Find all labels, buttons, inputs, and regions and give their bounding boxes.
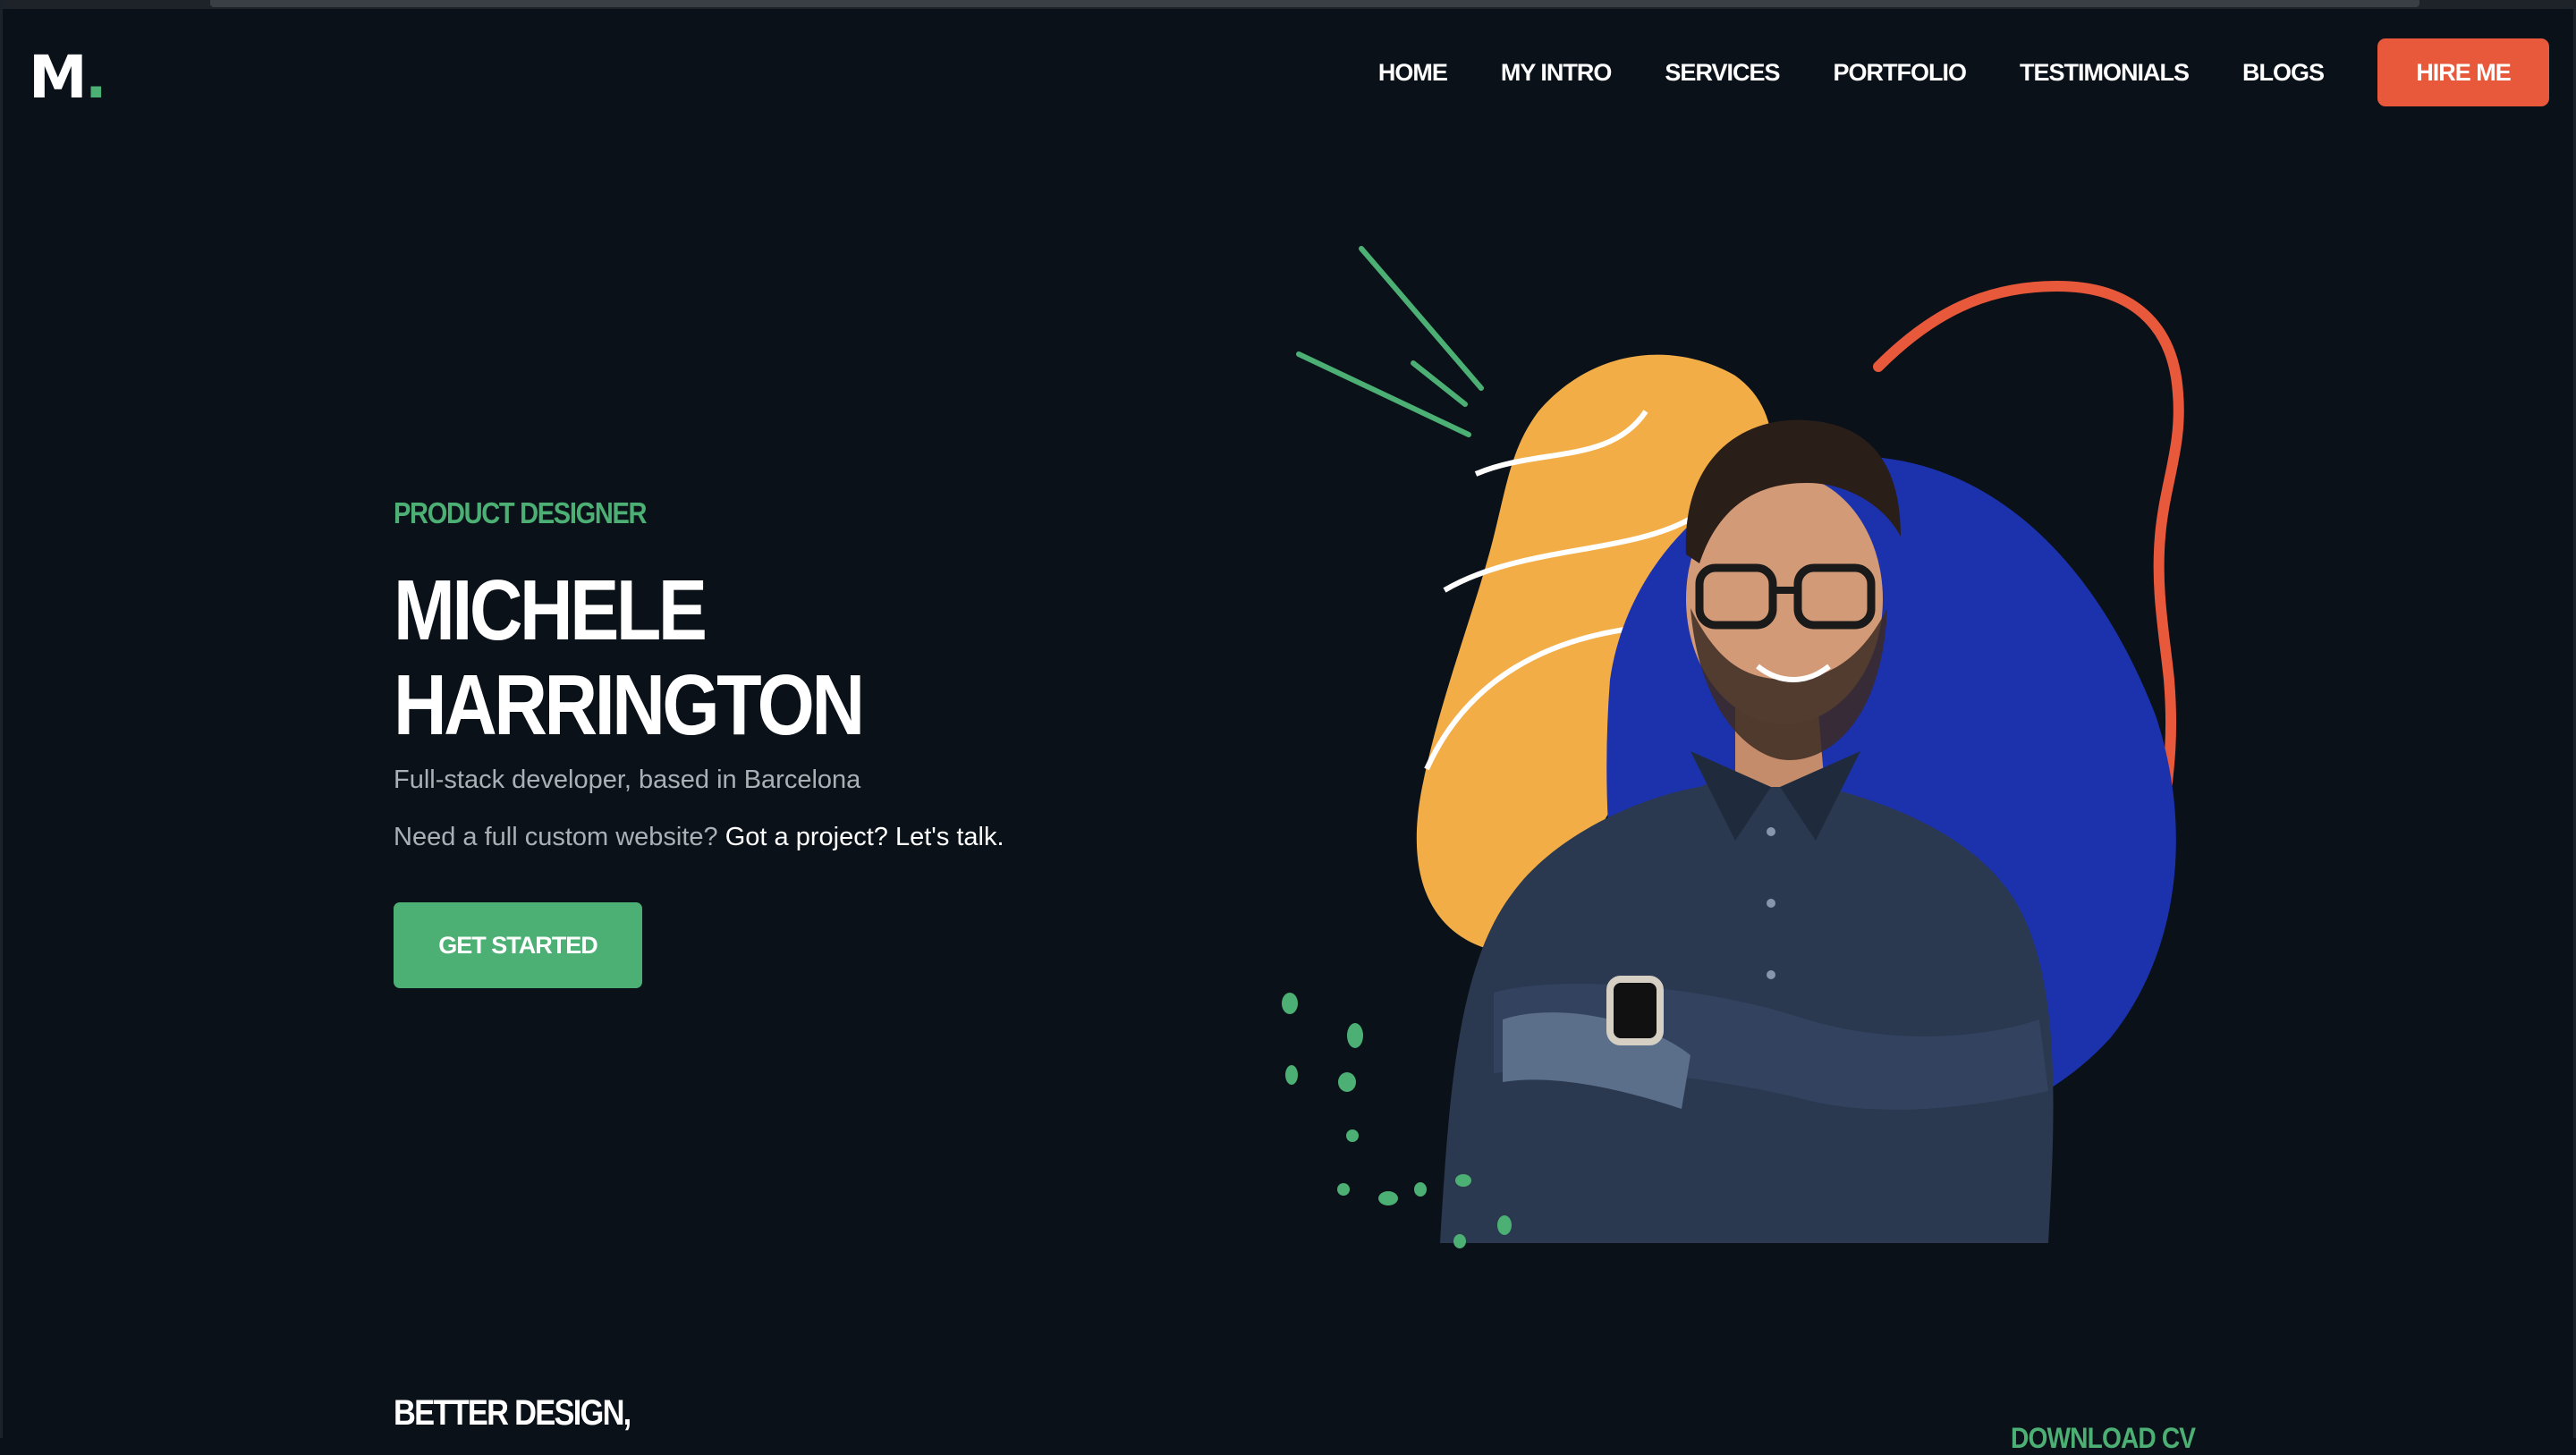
nav-my-intro[interactable]: MY INTRO [1501,59,1613,87]
site-logo[interactable]: M. [29,47,107,109]
get-started-button[interactable]: GET STARTED [394,902,642,988]
next-section-heading: BETTER DESIGN, [394,1393,631,1433]
hero-name-last: HARRINGTON [394,657,865,753]
logo-letter: M [29,43,88,112]
nav-portfolio[interactable]: PORTFOLIO [1833,59,1966,87]
browser-top-bar [0,0,2576,9]
nav-testimonials[interactable]: TESTIMONIALS [2020,59,2190,87]
hero-illustration [1282,246,2184,1248]
logo-dot: . [84,43,107,112]
hero-name: MICHELE HARRINGTON [394,563,865,753]
hire-me-button[interactable]: HIRE ME [2377,38,2549,106]
browser-top-strip [210,0,2419,7]
nav-blogs[interactable]: BLOGS [2242,59,2325,87]
hero-cta-line: Need a full custom website? Got a projec… [394,823,1004,852]
cta-link[interactable]: Got a project? Let's talk. [725,823,1004,851]
green-stroke-3 [1411,360,1468,407]
cta-prefix: Need a full custom website? [394,823,718,851]
nav-services[interactable]: SERVICES [1665,59,1780,87]
window-frame-left [0,0,3,1438]
green-stroke-2 [1296,351,1471,437]
main-nav: HOME MY INTRO SERVICES PORTFOLIO TESTIMO… [1378,38,2549,107]
download-cv-link[interactable]: DOWNLOAD CV [2011,1422,2196,1455]
hero-role: PRODUCT DESIGNER [394,496,648,529]
hero-name-first: MICHELE [394,563,708,658]
hero-tagline: Full-stack developer, based in Barcelona [394,766,861,794]
nav-home[interactable]: HOME [1378,59,1448,87]
